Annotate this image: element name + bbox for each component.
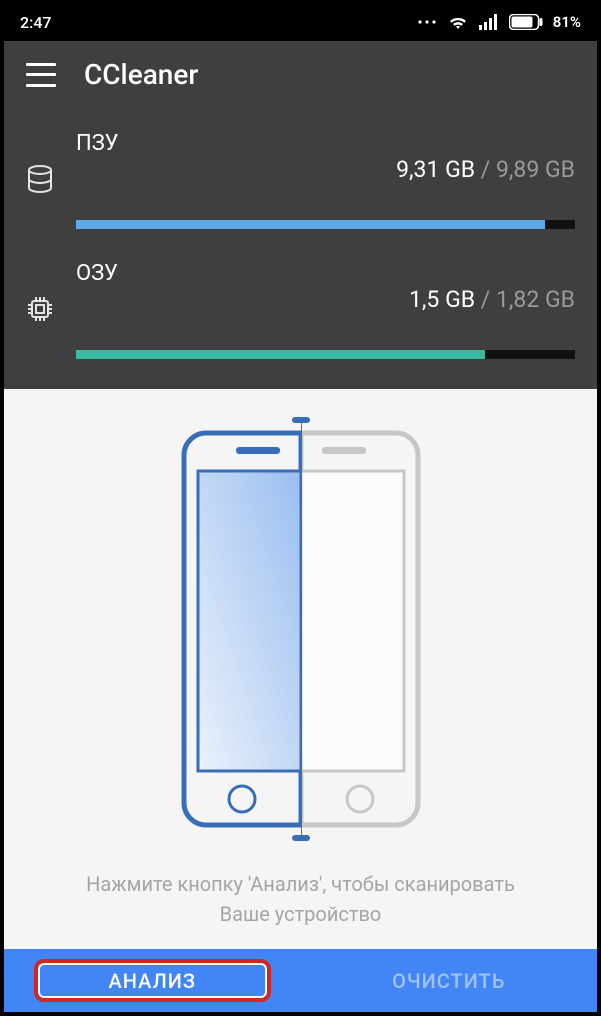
hint-line-1: Нажмите кнопку 'Анализ', чтобы сканирова… bbox=[86, 869, 515, 899]
storage-bar-fill bbox=[76, 220, 545, 229]
ram-icon bbox=[26, 295, 54, 323]
storage-used: 9,31 GB bbox=[396, 156, 475, 183]
status-right: 81% bbox=[417, 13, 581, 31]
main-area: Нажмите кнопку 'Анализ', чтобы сканирова… bbox=[4, 389, 597, 949]
ram-total: 1,82 GB bbox=[496, 286, 575, 313]
ram-label: ОЗУ bbox=[76, 261, 118, 286]
hint-text: Нажмите кнопку 'Анализ', чтобы сканирова… bbox=[86, 869, 515, 929]
scan-line bbox=[301, 419, 302, 839]
clean-button[interactable]: ОЧИСТИТЬ bbox=[301, 949, 598, 1012]
scan-cap-bottom bbox=[292, 835, 310, 841]
storage-row[interactable]: ПЗУ 9,31 GB / 9,89 GB bbox=[26, 129, 575, 229]
app-title: CCleaner bbox=[84, 58, 198, 91]
ram-used: 1,5 GB bbox=[409, 286, 475, 313]
menu-icon[interactable] bbox=[26, 63, 56, 87]
status-time: 2:47 bbox=[20, 13, 52, 32]
ram-row[interactable]: ОЗУ 1,5 GB / 1,82 GB bbox=[26, 259, 575, 359]
app-frame: 2:47 81% CCleaner bbox=[0, 0, 601, 1016]
storage-total: 9,89 GB bbox=[496, 156, 575, 183]
bottom-bar: АНАЛИЗ ОЧИСТИТЬ bbox=[4, 949, 597, 1012]
ram-sep: / bbox=[475, 286, 496, 313]
scan-cap-top bbox=[292, 417, 310, 423]
storage-label: ПЗУ bbox=[76, 131, 118, 156]
wifi-icon bbox=[447, 13, 469, 31]
storage-bar bbox=[76, 220, 575, 229]
status-bar: 2:47 81% bbox=[4, 4, 597, 41]
more-dots-icon bbox=[417, 18, 437, 26]
cell-signal-icon bbox=[479, 14, 499, 30]
storage-sep: / bbox=[475, 156, 496, 183]
analyze-button[interactable]: АНАЛИЗ bbox=[4, 949, 301, 1012]
ram-body: ОЗУ 1,5 GB / 1,82 GB bbox=[76, 259, 575, 359]
ram-bar bbox=[76, 350, 575, 359]
ram-bar-fill bbox=[76, 350, 485, 359]
battery-percent: 81% bbox=[553, 13, 581, 31]
app-bar: CCleaner bbox=[4, 41, 597, 109]
battery-icon bbox=[509, 14, 543, 30]
stats-panel: ПЗУ 9,31 GB / 9,89 GB ОЗУ 1,5 GB / 1,82 … bbox=[4, 109, 597, 389]
storage-icon bbox=[26, 165, 54, 193]
phone-illustration bbox=[176, 429, 426, 829]
storage-body: ПЗУ 9,31 GB / 9,89 GB bbox=[76, 129, 575, 229]
hint-line-2: Ваше устройство bbox=[86, 899, 515, 929]
